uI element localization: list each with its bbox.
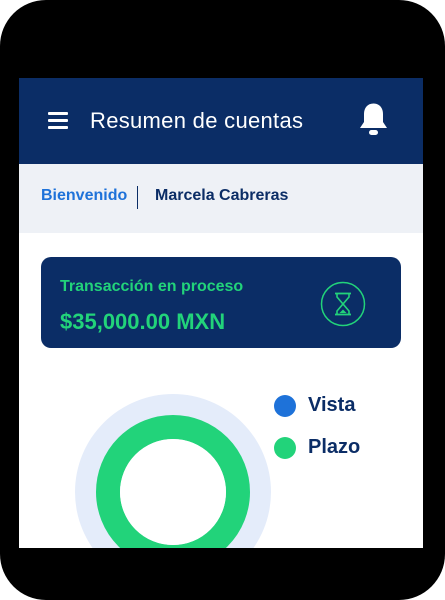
app-header: Resumen de cuentas (19, 78, 423, 164)
legend-label: Vista (308, 394, 356, 416)
legend-dot-plazo (274, 437, 296, 459)
transaction-card[interactable]: Transacción en proceso $35,000.00 MXN (41, 257, 401, 348)
page-title: Resumen de cuentas (90, 108, 304, 133)
accounts-donut-chart (75, 394, 271, 548)
welcome-bar: Bienvenido Marcela Cabreras (19, 164, 423, 233)
app-screen: Resumen de cuentas Bienvenido Marcela Ca… (19, 78, 423, 548)
divider (137, 186, 138, 209)
hourglass-icon (320, 281, 366, 327)
welcome-label: Bienvenido (41, 187, 128, 204)
menu-icon[interactable] (48, 112, 68, 130)
transaction-amount: $35,000.00 MXN (60, 309, 226, 334)
bell-icon[interactable] (358, 102, 389, 137)
legend-label: Plazo (308, 436, 361, 458)
user-name: Marcela Cabreras (155, 187, 289, 204)
legend-dot-vista (274, 395, 296, 417)
transaction-label: Transacción en proceso (60, 278, 244, 295)
